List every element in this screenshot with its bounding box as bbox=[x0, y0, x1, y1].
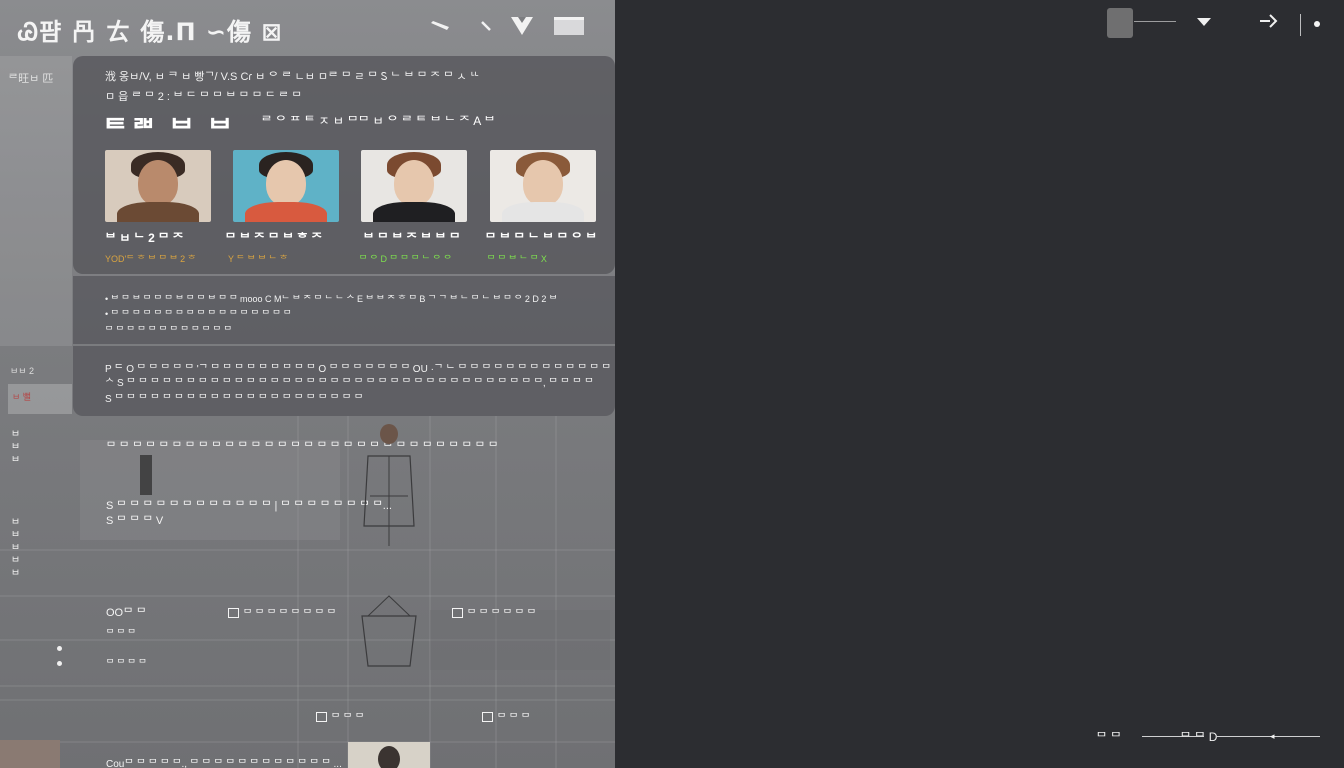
person-name: ᄆ ᄇ ᄆ ᄂ ᄇ ᄆ ᄋ ᄇ bbox=[485, 231, 597, 245]
feature-line-2: ㅁ 읍 ᄅ ᄆ 2 : ᄇ ᄃ ᄆ ᄆ ᄇ ᄆ ᄆ ᄃ ᄅ ᄆ bbox=[105, 91, 302, 103]
rail-dot[interactable] bbox=[57, 646, 62, 651]
person-name: ᄇ ᄆ ᄇ ᄌ ᄇ ᄇ ᄆ bbox=[363, 231, 461, 245]
figure-illustration bbox=[361, 424, 417, 667]
list-row-text[interactable]: Couᄆ ᄆ ᄆ ᄆ ᄆ., ᄆ ᄆ ᄆ ᄆ ᄆ ᄆ ᄆ ᄆ ᄆ ᄆ ᄆ ᄆ .… bbox=[106, 755, 342, 768]
list-row-text[interactable]: ᄆ ᄆ ᄆ ᄆ ᄆ ᄆ ᄆ ᄆ ᄆ ᄆ ᄆ ᄆ ᄆ ᄆ ᄆ ᄆ ᄆ ᄆ ᄆ ᄆ … bbox=[106, 438, 498, 454]
bullets-card: • ᄇ ᄆ ᄇ ᄆ ᄆ ᄆ ᄇ ᄆ ᄆ ᄇ ᄆ ᄆ mooo C Mᄂ ᄇ ᄌ … bbox=[73, 276, 615, 344]
feature-heading: ᄐᄅᄇ ᄇ ᄇ bbox=[103, 115, 236, 145]
paragraph-line: S ᄆ ᄆ ᄆ ᄆ ᄆ ᄆ ᄆ ᄆ ᄆ ᄆ ᄆ ᄆ ᄆ ᄆ ᄆ ᄆ ᄆ ᄆ ᄆ … bbox=[105, 394, 364, 405]
row-left-label: ᄆ ᄆ ᄆ bbox=[106, 628, 136, 638]
row-left-label: OOᄆ ᄆ bbox=[106, 607, 147, 619]
file-chip[interactable]: ᄆ ᄆ ᄆ ᄆ ᄆ ᄆ bbox=[452, 605, 536, 620]
rail-small-label: ㅂ᠎ㅂ 2 bbox=[10, 366, 35, 376]
chevron-icon[interactable] bbox=[472, 12, 500, 40]
file-chip-label: ᄆ ᄆ ᄆ bbox=[497, 713, 531, 724]
feature-line-1: 浌 옹ㅂ/V, ㅂ ᄏ ㅂ 빵ᄀ/ V.S Cɾ ㅂ ᄋ ᄅ ㄴㅂ ㅁᄅ ᄆ ㄹ… bbox=[105, 71, 480, 83]
person-name: ᄇ ㅂ ᄂ 2 ᄆ ᄌ bbox=[105, 231, 184, 245]
pen-icon[interactable] bbox=[426, 12, 454, 40]
bottom-label: ᄆ ᄆ D bbox=[1180, 730, 1218, 744]
person-meta: Y ᄃ ᄇ ᄇ ᄂ ᄒ bbox=[228, 254, 288, 264]
status-dot bbox=[1314, 21, 1320, 27]
feature-subheading: ᄅ ᄋ ᄑ ᄐ ㅈ ㅂ ᄆᄆ ㅂ ᄋ ᄅ ᄐ ᄇ ᄂ ᄌ A ᄇ bbox=[261, 114, 495, 128]
file-icon bbox=[482, 711, 493, 722]
rail-item-label: ㅂ 뻘 bbox=[12, 392, 32, 402]
rail-vertical-label: ㅂ ㅂ ㅂ bbox=[8, 428, 19, 464]
paragraph-line: ᄉ S ᄆ ᄆ ᄆ ᄆ ᄆ ᄆ ᄆ ᄆ ᄆ ᄆ ᄆ ᄆ ᄆ ᄆ ᄆ ᄆ ᄆ ᄆ … bbox=[105, 378, 594, 389]
file-icon bbox=[228, 607, 239, 618]
person-meta: YOD'ᄃ ᄒ ᄇ ᄆ ᄇ 2 ᄒ bbox=[105, 254, 196, 264]
back-icon[interactable] bbox=[1258, 12, 1278, 30]
rail-header-label: ᄅ旺ㅂ 匹 bbox=[8, 73, 54, 85]
divider bbox=[1134, 21, 1176, 22]
feature-card: 浌 옹ㅂ/V, ㅂ ᄏ ㅂ 빵ᄀ/ V.S Cɾ ㅂ ᄋ ᄅ ㄴㅂ ㅁᄅ ᄆ ㄹ… bbox=[73, 56, 615, 274]
person-thumbnail[interactable] bbox=[233, 150, 339, 222]
rail-header bbox=[0, 56, 72, 346]
person-meta: ᄆ ᄋ D ᄆ ᄆ ᄆ ᄂ ᄋ ᄋ bbox=[359, 254, 452, 264]
file-chip-label: ᄆ ᄆ ᄆ bbox=[331, 713, 365, 724]
photo-thumbnail[interactable] bbox=[348, 742, 430, 768]
divider bbox=[1300, 14, 1301, 36]
row-left-label: ᄆ ᄆ ᄆ ᄆ bbox=[106, 658, 147, 668]
bullet-item: • ᄇ ᄆ ᄇ ᄆ ᄆ ᄆ ᄇ ᄆ ᄆ ᄇ ᄆ ᄆ mooo C Mᄂ ᄇ ᄌ … bbox=[105, 294, 558, 304]
top-bar: Ꮚ퍔 冎 ㄊ 傷.Π ∽傷 ⊠ bbox=[0, 0, 615, 52]
file-chip[interactable]: ᄆ ᄆ ᄆ bbox=[316, 709, 364, 724]
person-meta: ᄆ ᄆ ᄇ ᄂ ᄆ X bbox=[487, 254, 547, 264]
person-thumbnail[interactable] bbox=[490, 150, 596, 222]
shield-down-icon[interactable] bbox=[508, 12, 536, 40]
window-icon[interactable] bbox=[552, 12, 586, 40]
rail-vertical-label: ㅂ ㅂ ㅂ ㅂ ㅂ bbox=[8, 516, 19, 578]
left-panel: Ꮚ퍔 冎 ㄊ 傷.Π ∽傷 ⊠ ᄅ旺ㅂ 匹 ㅂ᠎ㅂ 2 ㅂ 뻘 ㅂ ㅂ ㅂ ㅂ … bbox=[0, 0, 615, 768]
left-rail: ᄅ旺ㅂ 匹 ㅂ᠎ㅂ 2 ㅂ 뻘 ㅂ ㅂ ㅂ ㅂ ㅂ ㅂ ㅂ ㅂ bbox=[0, 56, 72, 768]
paragraph-line: P ᄃ O ᄆ ᄆ ᄆ ᄆ ᄆ 'ᄀ ᄆ ᄆ ᄆ ᄆ ᄆ ᄆ ᄆ ᄆ ᄆ O ᄆ… bbox=[105, 364, 615, 375]
list-row-text: S ᄆ ᄆ ᄆ V bbox=[106, 515, 164, 527]
app-title: Ꮚ퍔 冎 ㄊ 傷.Π ∽傷 ⊠ bbox=[18, 18, 283, 46]
shield-icon[interactable] bbox=[1197, 17, 1211, 27]
rail-dot[interactable] bbox=[57, 661, 62, 666]
file-chip-label: ᄆ ᄆ ᄆ ᄆ ᄆ ᄆ bbox=[467, 609, 537, 620]
paragraph-card: P ᄃ O ᄆ ᄆ ᄆ ᄆ ᄆ 'ᄀ ᄆ ᄆ ᄆ ᄆ ᄆ ᄆ ᄆ ᄆ ᄆ O ᄆ… bbox=[73, 346, 615, 416]
bullet-item: • ᄆ ᄆ ᄆ ᄆ ᄆ ᄆ ᄆ ᄆ ᄆ ᄆ ᄆ ᄆ ᄆ ᄆ ᄆ ᄆ ᄆ bbox=[105, 309, 292, 319]
file-icon bbox=[316, 711, 327, 722]
bullet-item: ᄆ ᄆ ᄆ ᄆ ᄆ ᄆ ᄆ ᄆ ᄆ ᄆ ᄆ ᄆ bbox=[105, 325, 232, 335]
person-thumbnail[interactable] bbox=[361, 150, 467, 222]
file-chip[interactable]: ᄆ ᄆ ᄆ bbox=[482, 709, 530, 724]
file-chip-label: ᄆ ᄆ ᄆ ᄆ ᄆ ᄆ ᄆ ᄆ bbox=[243, 609, 337, 620]
photo-thumbnail[interactable] bbox=[0, 740, 60, 768]
file-icon bbox=[452, 607, 463, 618]
avatar-icon[interactable] bbox=[1107, 8, 1133, 38]
person-name: ᄆ ᄇ ᄌ ᄆ ᄇ ᄒ ᄌ bbox=[225, 231, 323, 245]
slider-handle[interactable]: ◂ bbox=[1270, 731, 1275, 742]
bottom-label: ᄆ ᄆ bbox=[1096, 730, 1122, 744]
file-chip[interactable]: ᄆ ᄆ ᄆ ᄆ ᄆ ᄆ ᄆ ᄆ bbox=[228, 605, 336, 620]
slider-track[interactable] bbox=[1216, 736, 1320, 737]
bottom-status-bar: ᄆ ᄆ ᄆ ᄆ D ◂ bbox=[1096, 726, 1326, 746]
person-thumbnail[interactable] bbox=[105, 150, 211, 222]
